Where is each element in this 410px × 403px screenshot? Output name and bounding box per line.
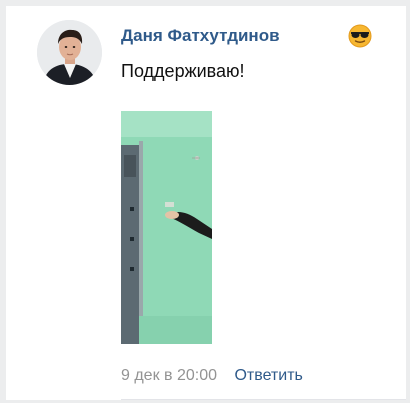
comment-divider [121,399,406,400]
attached-video-thumbnail[interactable] [121,111,212,344]
reply-button[interactable]: Ответить [234,367,302,384]
comment-meta: 9 дек в 20:00 Ответить [121,367,303,385]
comment-text: Поддерживаю! [121,61,245,81]
avatar-photo [37,20,102,85]
comment-card: Даня Фатхутдинов Поддерживаю! 9 дек в 20… [6,6,406,400]
author-name-link[interactable]: Даня Фатхутдинов [121,26,280,46]
author-avatar[interactable] [37,20,102,85]
attachment-image [121,111,212,344]
comment-timestamp-link[interactable]: 9 дек в 20:00 [121,367,217,384]
sunglasses-emoji-icon [347,23,373,49]
